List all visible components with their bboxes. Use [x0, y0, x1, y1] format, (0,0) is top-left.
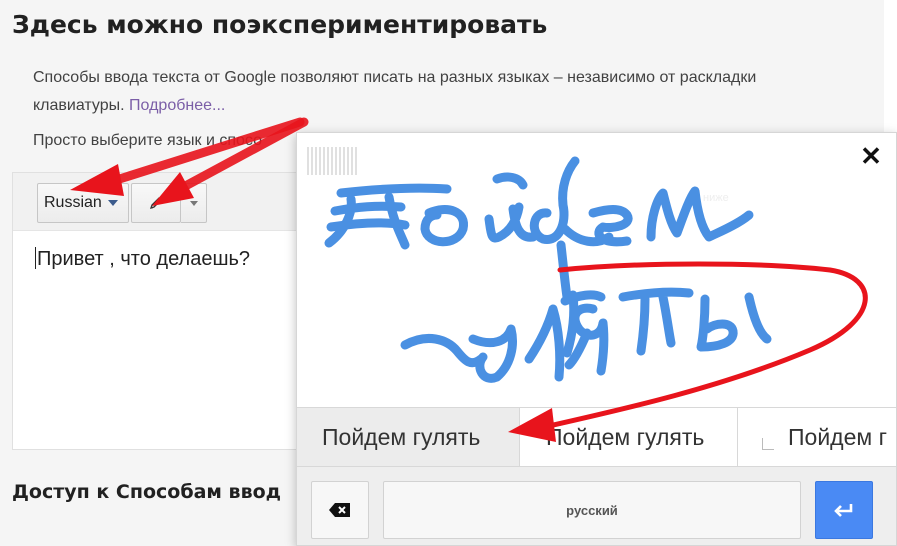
pencil-icon [149, 197, 162, 210]
caret-down-icon [107, 200, 118, 206]
candidate-1[interactable]: Пойдем гулять [297, 408, 520, 466]
demo-textarea[interactable]: Привет , что делаешь? [35, 247, 250, 271]
ink-stroke-u-tail [400, 333, 486, 368]
candidate-bar: Пойдем гулять Пойдем гулять Пойдем г [297, 407, 896, 467]
ink-stroke-breve [492, 172, 528, 190]
more-info-link[interactable]: Подробнее... [129, 97, 225, 114]
close-button[interactable]: ✕ [856, 141, 886, 171]
choose-language-text: Просто выберите язык и спосо [33, 132, 262, 149]
access-section-heading: Доступ к Способам ввод [12, 481, 282, 503]
candidate-2[interactable]: Пойдем гулять [520, 408, 738, 466]
candidate-3[interactable]: Пойдем г [738, 408, 896, 466]
ink-stroke-u [468, 324, 517, 383]
chevron-down-icon [189, 200, 198, 206]
faint-canvas-text: ниже [703, 192, 729, 204]
drag-handle[interactable] [307, 147, 359, 175]
page-title: Здесь можно поэкспериментировать [12, 10, 548, 39]
ink-stroke-m [646, 186, 754, 242]
handwriting-canvas[interactable]: ниже [297, 133, 897, 407]
handwriting-controls: русский [297, 467, 896, 545]
backspace-icon [329, 503, 350, 517]
candidate-label: Пойдем гулять [546, 423, 705, 450]
space-label: русский [566, 502, 618, 518]
handwriting-button[interactable] [131, 183, 181, 223]
backspace-button[interactable] [311, 481, 369, 539]
space-marker-icon [762, 438, 774, 450]
space-button[interactable]: русский [383, 481, 801, 539]
ink-stroke-i-short [484, 202, 538, 243]
language-select-button[interactable]: Russian [37, 183, 129, 223]
handwriting-strokes [324, 156, 772, 383]
ink-stroke-o [420, 205, 468, 247]
close-icon: ✕ [860, 141, 882, 171]
enter-button[interactable] [815, 481, 873, 539]
language-label: Russian [44, 194, 102, 211]
ink-stroke-e [588, 205, 633, 247]
ink-stroke-l [524, 304, 565, 382]
text-cursor [35, 247, 36, 269]
ink-stroke-connector [556, 240, 572, 302]
handwriting-panel: ниже ✕ Пойдем гулять Пойдем гулять Пойде… [296, 132, 897, 546]
intro-paragraph: Способы ввода текста от Google позволяют… [33, 64, 813, 120]
candidate-label: Пойдем г [788, 423, 887, 450]
ink-stroke-t [618, 287, 694, 356]
input-tools-dropdown[interactable] [181, 183, 207, 223]
enter-icon [834, 504, 853, 517]
ink-stroke-end [744, 292, 772, 344]
candidate-label: Пойдем гулять [322, 423, 481, 450]
typed-text: Привет , что делаешь? [37, 248, 251, 270]
ink-stroke-soft-sign [696, 294, 738, 352]
